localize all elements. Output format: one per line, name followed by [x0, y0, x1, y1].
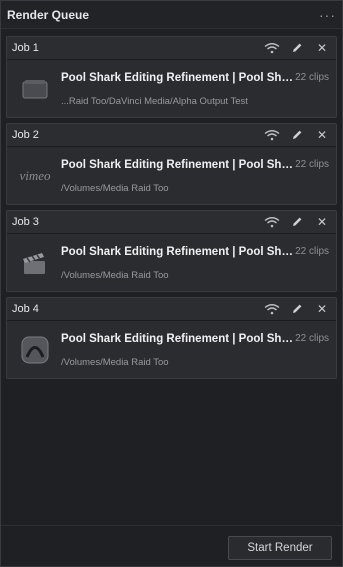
job-name: Job 2: [12, 129, 39, 141]
more-dots-icon[interactable]: ···: [319, 7, 336, 23]
job-title: Pool Shark Editing Refinement | Pool Sha…: [61, 72, 293, 84]
output-path: ...Raid Too/DaVinci Media/Alpha Output T…: [61, 96, 248, 107]
job-actions: ✕: [264, 215, 330, 229]
remote-render-icon[interactable]: [264, 41, 280, 55]
job-body: Pool Shark Editing Refinement | Pool Sha…: [7, 321, 336, 378]
clip-count: 22 clips: [295, 159, 329, 170]
job-list: Job 1 ✕ Pool Shark Editing Refinement | …: [6, 36, 337, 384]
job-header: Job 2 ✕: [7, 124, 336, 147]
job-title: Pool Shark Editing Refinement | Pool Sha…: [61, 159, 293, 171]
close-icon[interactable]: ✕: [314, 128, 330, 142]
job-card[interactable]: Job 1 ✕ Pool Shark Editing Refinement | …: [6, 36, 337, 118]
job-name: Job 4: [12, 303, 39, 315]
edit-pencil-icon[interactable]: [289, 215, 305, 229]
vimeo-logo: vimeo: [16, 161, 54, 191]
edit-pencil-icon[interactable]: [289, 302, 305, 316]
clip-count: 22 clips: [295, 246, 329, 257]
close-icon[interactable]: ✕: [314, 302, 330, 316]
close-icon[interactable]: ✕: [314, 41, 330, 55]
edit-pencil-icon[interactable]: [289, 41, 305, 55]
remote-render-icon[interactable]: [264, 302, 280, 316]
clip-count: 22 clips: [295, 72, 329, 83]
job-name: Job 1: [12, 42, 39, 54]
panel-footer: Start Render: [1, 525, 342, 566]
job-body: Pool Shark Editing Refinement | Pool Sha…: [7, 234, 336, 291]
output-path: /Volumes/Media Raid Too: [61, 183, 169, 194]
job-card[interactable]: Job 3 ✕ Pool Shark Editing Refinement | …: [6, 210, 337, 292]
panel-header: Render Queue ···: [1, 1, 342, 29]
clapperboard-icon: [16, 248, 54, 278]
job-actions: ✕: [264, 128, 330, 142]
clip-count: 22 clips: [295, 333, 329, 344]
vimeo-logo-text: vimeo: [19, 168, 51, 183]
job-title: Pool Shark Editing Refinement | Pool Sha…: [61, 333, 293, 345]
job-card[interactable]: Job 2 ✕ vimeo Pool Shark Editing Refinem…: [6, 123, 337, 205]
remote-render-icon[interactable]: [264, 215, 280, 229]
edit-pencil-icon[interactable]: [289, 128, 305, 142]
job-actions: ✕: [264, 302, 330, 316]
job-header: Job 1 ✕: [7, 37, 336, 60]
job-body: Pool Shark Editing Refinement | Pool Sha…: [7, 60, 336, 117]
close-icon[interactable]: ✕: [314, 215, 330, 229]
output-path: /Volumes/Media Raid Too: [61, 270, 169, 281]
render-queue-panel: Render Queue ··· Job 1 ✕ Pool Shark Edit…: [0, 0, 343, 567]
job-title: Pool Shark Editing Refinement | Pool Sha…: [61, 246, 293, 258]
remote-render-icon[interactable]: [264, 128, 280, 142]
output-path: /Volumes/Media Raid Too: [61, 357, 169, 368]
job-name: Job 3: [12, 216, 39, 228]
start-render-button[interactable]: Start Render: [228, 536, 332, 560]
job-header: Job 3 ✕: [7, 211, 336, 234]
job-header: Job 4 ✕: [7, 298, 336, 321]
avid-logo-icon: [16, 335, 54, 365]
panel-title: Render Queue: [7, 7, 90, 22]
folder-icon: [16, 74, 54, 104]
job-actions: ✕: [264, 41, 330, 55]
job-body: vimeo Pool Shark Editing Refinement | Po…: [7, 147, 336, 204]
job-card[interactable]: Job 4 ✕ Pool Shark Editing Refinement | …: [6, 297, 337, 379]
